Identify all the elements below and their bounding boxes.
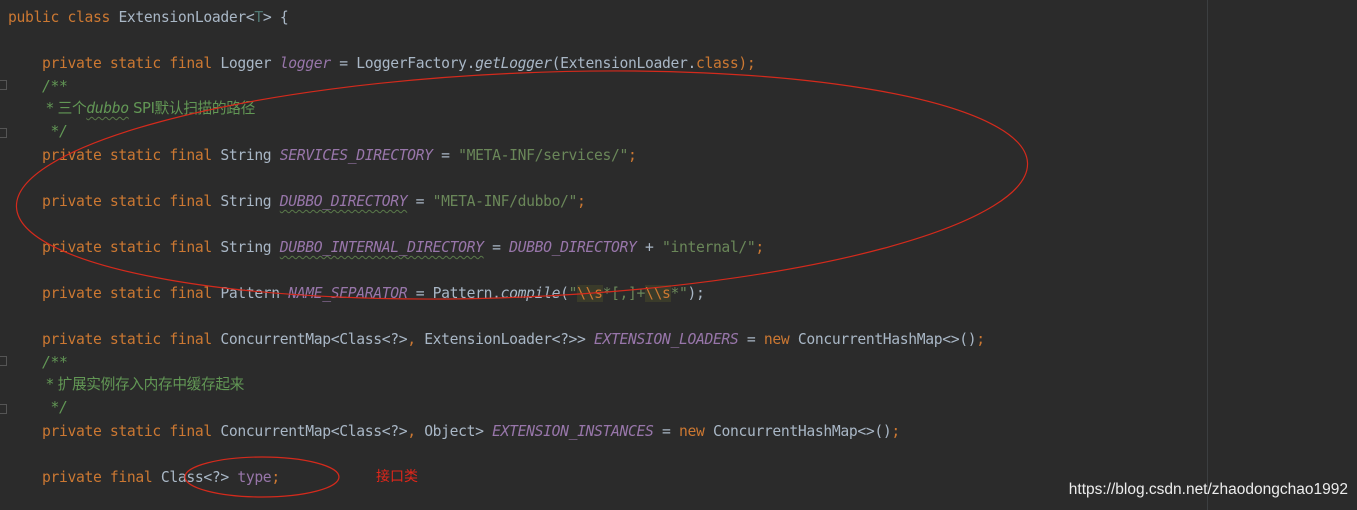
watermark: https://blog.csdn.net/zhaodongchao1992 xyxy=(1068,481,1348,498)
annotation-label: 接口类 xyxy=(376,469,418,485)
annotation-ellipse-directories xyxy=(15,70,1029,300)
annotation-ellipse-type xyxy=(184,456,340,498)
annotation-overlay xyxy=(15,70,1029,498)
